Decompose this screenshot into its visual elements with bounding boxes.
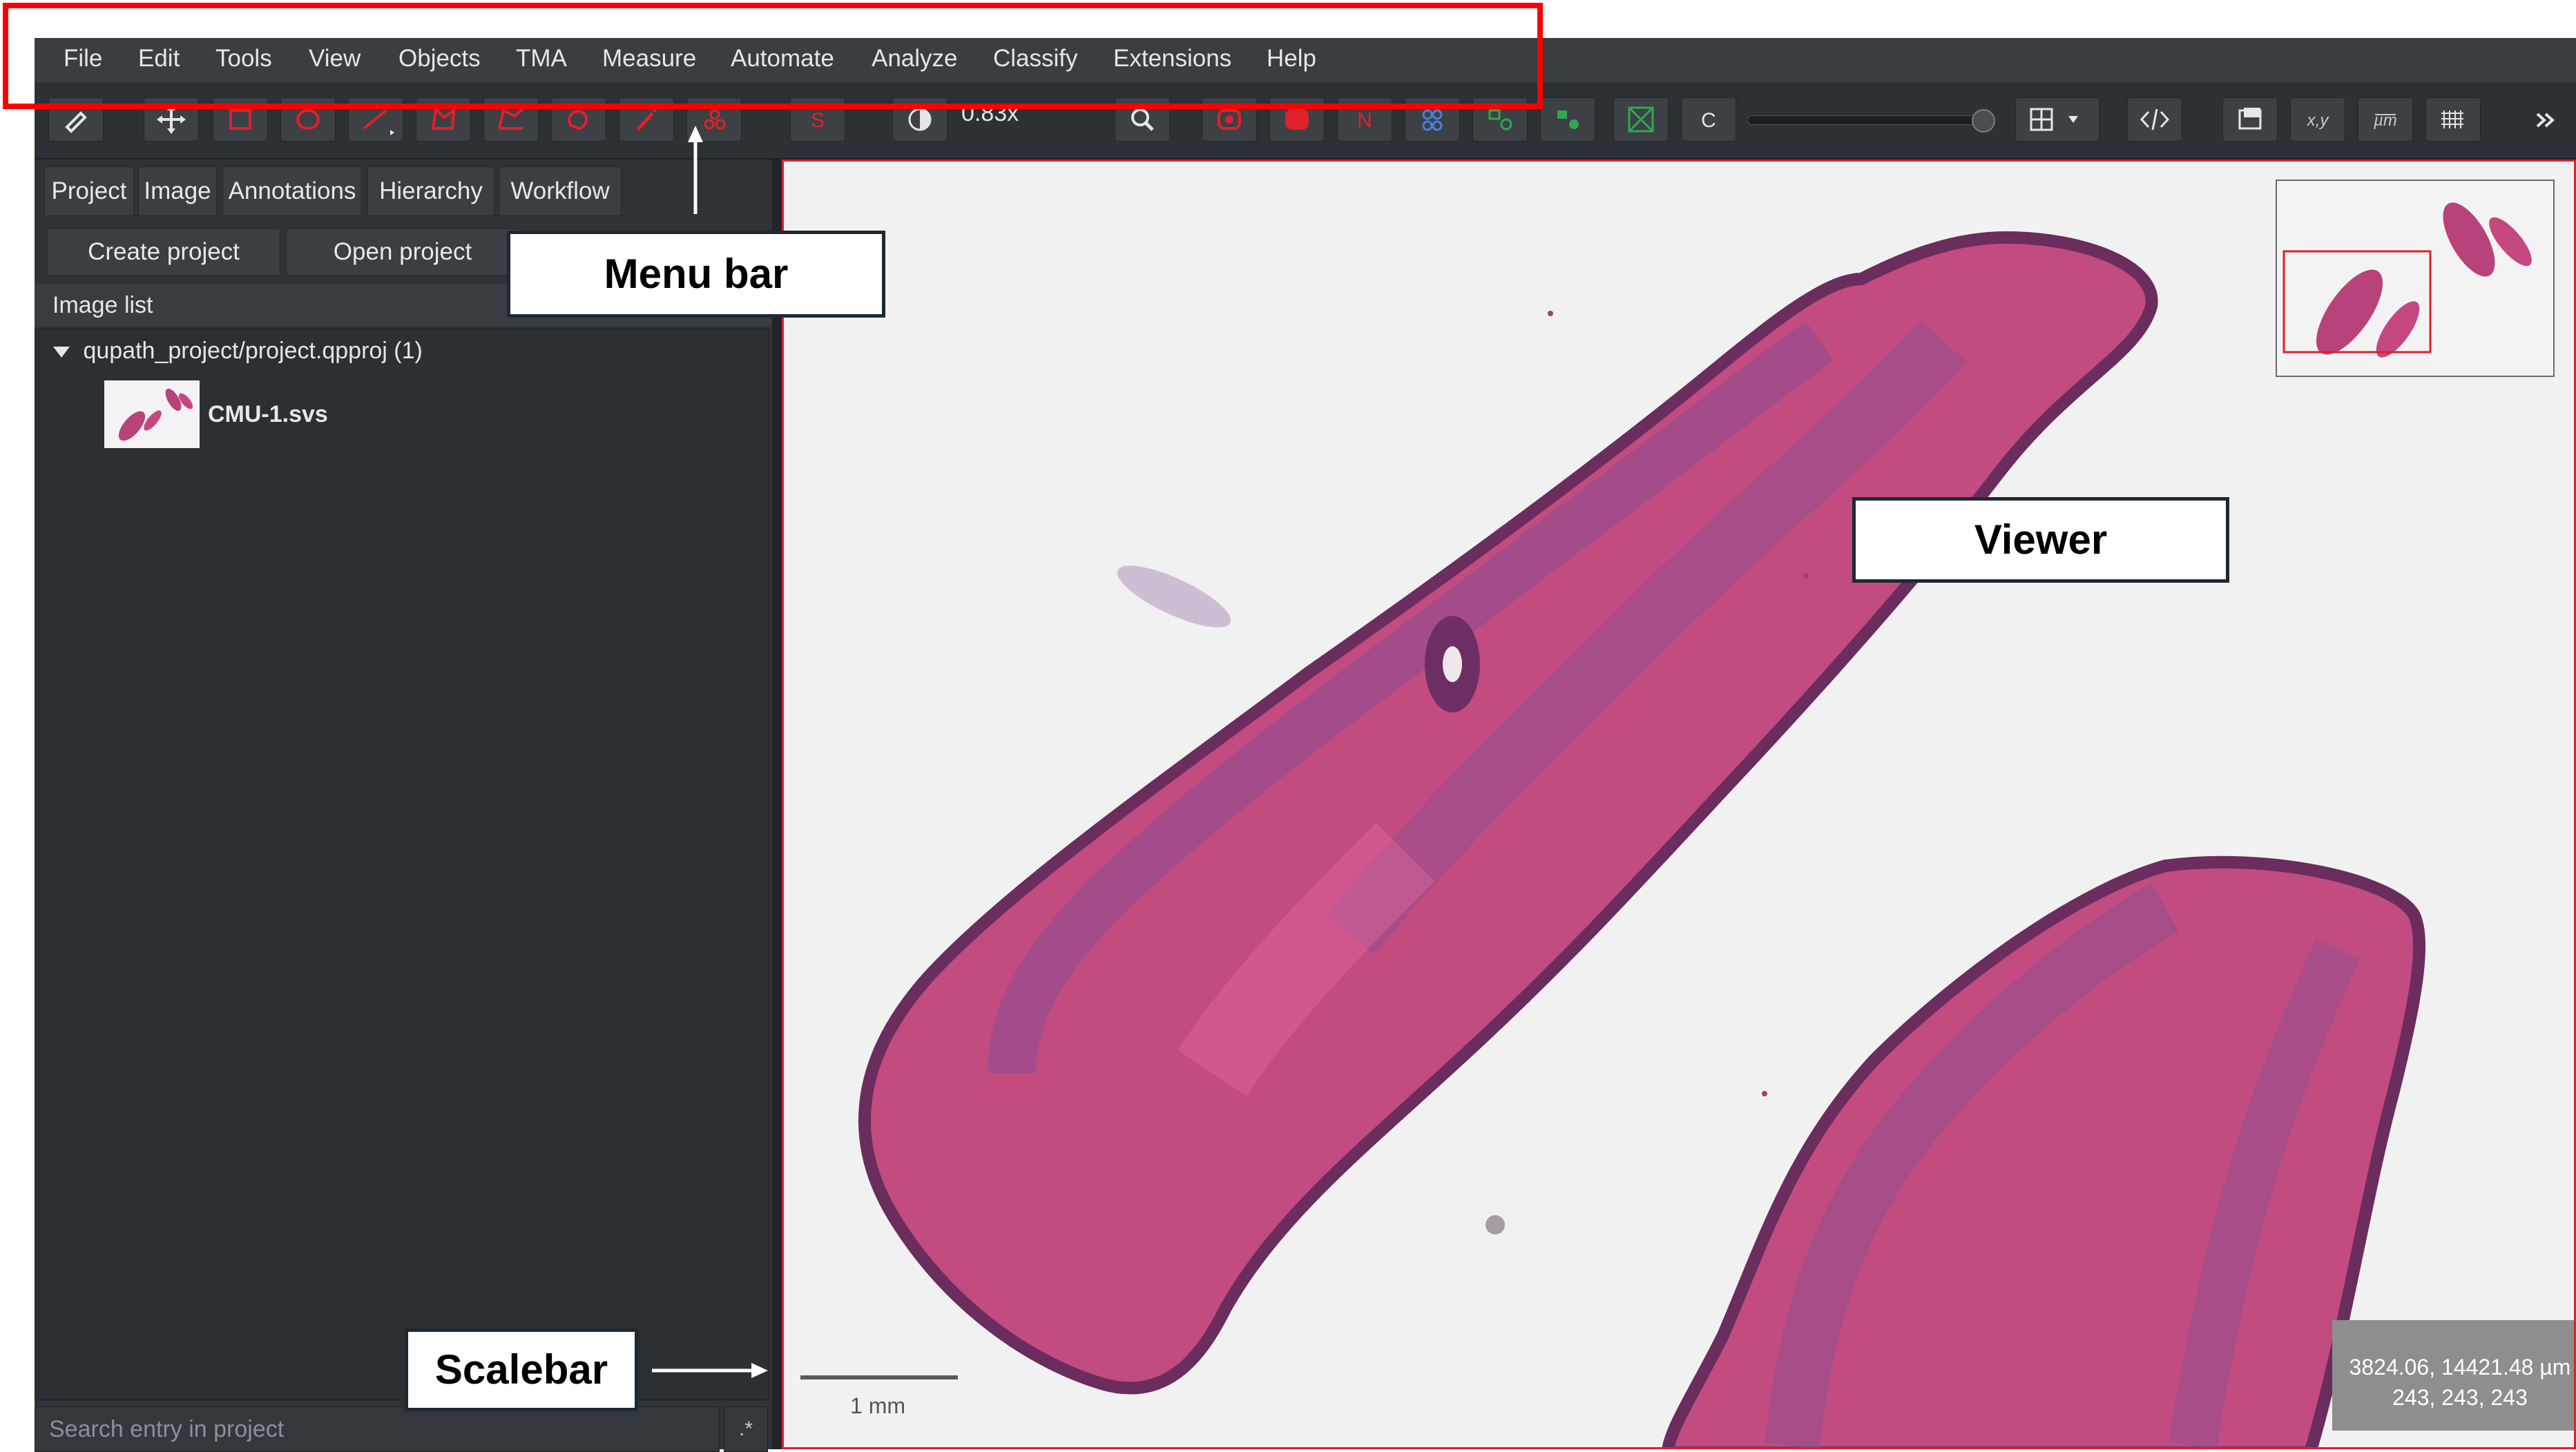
open-project-button[interactable]: Open project [286, 229, 519, 275]
c-toggle-button[interactable]: C [1681, 97, 1736, 142]
tab-workflow[interactable]: Workflow [499, 166, 622, 216]
zoom-to-fit-icon[interactable] [1613, 97, 1669, 142]
image-list-label: Image list [52, 292, 153, 318]
image-thumbnail [104, 380, 200, 448]
project-node[interactable]: qupath_project/project.qpproj (1) [53, 338, 423, 365]
svg-text:N: N [1357, 109, 1372, 132]
grid-dropdown[interactable] [2015, 97, 2099, 142]
tab-hierarchy[interactable]: Hierarchy [367, 166, 494, 216]
opacity-slider-handle[interactable] [1972, 109, 1995, 133]
image-name: CMU-1.svs [208, 401, 328, 427]
c-toggle-label: C [1701, 109, 1716, 132]
create-project-button[interactable]: Create project [47, 229, 280, 275]
overlay-icon[interactable] [2222, 97, 2278, 142]
project-path: qupath_project/project.qpproj (1) [83, 338, 423, 364]
detection-fill-icon[interactable] [1540, 97, 1595, 142]
scalebar: 1 mm [800, 1370, 959, 1432]
callout-scalebar: Scalebar [405, 1328, 638, 1411]
coord-position: 3824.06, 14421.48 µm [2349, 1355, 2571, 1380]
menu-bar-highlight [3, 3, 1543, 109]
callout-viewer-label: Viewer [1974, 516, 2108, 563]
cursor-location-readout: 3824.06, 14421.48 µm 243, 243, 243 [2332, 1320, 2574, 1431]
scalebar-label: 1 mm [850, 1393, 905, 1418]
svg-text:S: S [811, 109, 825, 132]
arrow-up-icon [688, 126, 703, 214]
scalebar-line [800, 1375, 958, 1380]
callout-scalebar-label: Scalebar [434, 1346, 608, 1393]
overview-thumbnail[interactable] [2276, 180, 2555, 377]
coord-rgb: 243, 243, 243 [2392, 1385, 2528, 1410]
pixel-grid-icon[interactable] [2425, 97, 2481, 142]
callout-menu-bar-label: Menu bar [604, 251, 789, 297]
more-tools-icon[interactable] [2528, 100, 2562, 140]
image-viewer[interactable]: 1 mm 3824.06, 14421.48 µm 243, 243, 243 [782, 159, 2576, 1449]
svg-text:x,y: x,y [2307, 111, 2330, 130]
microns-icon[interactable]: µm [2358, 97, 2413, 142]
script-editor-icon[interactable] [2127, 97, 2182, 142]
regex-toggle[interactable]: .* [724, 1406, 768, 1452]
image-entry[interactable]: CMU-1.svs [104, 380, 519, 449]
opacity-slider[interactable] [1747, 109, 1995, 133]
tab-project[interactable]: Project [44, 166, 134, 216]
tab-annotations[interactable]: Annotations [222, 166, 362, 216]
qupath-window: File Edit Tools View Objects TMA Measure… [35, 38, 2576, 1452]
tab-image[interactable]: Image [138, 166, 217, 216]
split-pane-divider[interactable] [772, 159, 782, 1449]
callout-menu-bar: Menu bar [507, 231, 885, 318]
search-placeholder: Search entry in project [49, 1416, 285, 1442]
regex-toggle-label: .* [738, 1417, 753, 1440]
left-panel: Project Image Annotations Hierarchy Work… [35, 159, 772, 1452]
search-input[interactable]: Search entry in project [35, 1406, 720, 1452]
xy-icon[interactable]: x,y [2290, 97, 2345, 142]
project-tree: qupath_project/project.qpproj (1) CMU-1.… [35, 329, 769, 1400]
callout-viewer: Viewer [1852, 497, 2229, 583]
collapse-triangle-icon[interactable] [53, 347, 70, 358]
arrow-right-icon [652, 1363, 768, 1378]
